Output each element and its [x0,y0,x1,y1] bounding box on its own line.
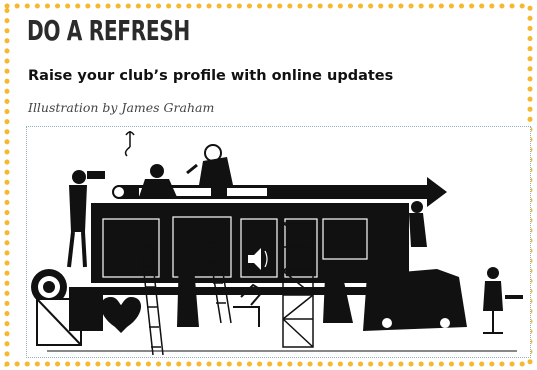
website-construction-illustration [26,126,531,358]
website-panel [91,203,409,283]
seated-person-laptop [483,267,523,334]
vehicle-shape [363,269,467,331]
article-subheading: Raise your club’s profile with online up… [28,68,394,84]
box [69,287,103,331]
illustration-credit: Illustration by James Graham [28,100,215,115]
section-heading: DO A REFRESH [27,14,190,47]
illustration-art [31,131,523,356]
worker-figure-top-left [139,164,177,197]
worker-figure-top-center [186,144,233,185]
heart-icon [100,297,142,333]
worker-figure-ladder-right [409,201,427,247]
crane-hook-icon [124,131,135,157]
